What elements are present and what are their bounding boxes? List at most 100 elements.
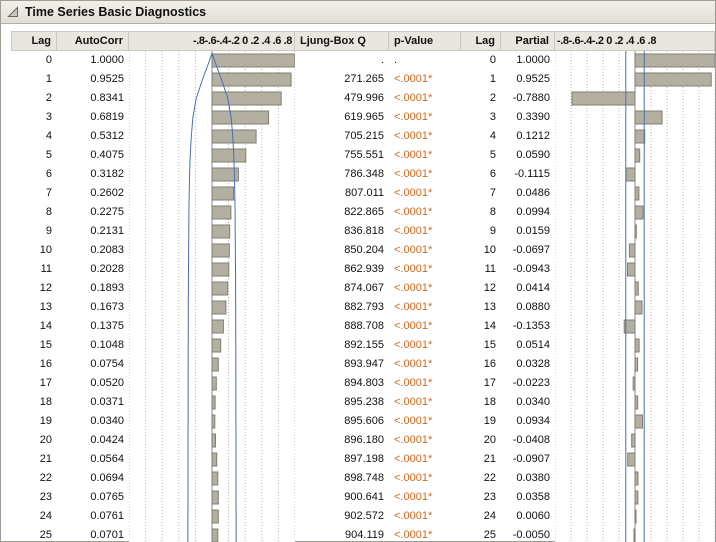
- cell-lag: 11: [11, 260, 57, 279]
- cell-autocorr: 0.0340: [57, 412, 129, 431]
- column-ljung-box-q: Ljung-Box Q .271.265479.996619.965705.21…: [295, 31, 389, 542]
- cell-lag: 17: [11, 374, 57, 393]
- cell-p: <.0001*: [389, 127, 461, 146]
- cell-q: 850.204: [295, 241, 389, 260]
- cell-lag: 0: [11, 51, 57, 70]
- cell-autocorr: 0.0761: [57, 507, 129, 526]
- header-partial: Partial: [501, 31, 555, 51]
- cell-q: .: [295, 51, 389, 70]
- jmp-report-window: { "panel": { "title": "Time Series Basic…: [0, 0, 716, 542]
- cell-q: 874.067: [295, 279, 389, 298]
- cell-p: <.0001*: [389, 393, 461, 412]
- cell-autocorr: 0.1048: [57, 336, 129, 355]
- disclosure-triangle-icon[interactable]: [7, 6, 19, 18]
- cell-lag2: 0: [461, 51, 501, 70]
- cell-p: <.0001*: [389, 469, 461, 488]
- cell-autocorr: 0.0694: [57, 469, 129, 488]
- cell-autocorr: 0.1375: [57, 317, 129, 336]
- cell-autocorr: 0.1673: [57, 298, 129, 317]
- cell-partial: 0.0340: [501, 393, 555, 412]
- cell-lag2: 22: [461, 469, 501, 488]
- cell-autocorr: 0.0765: [57, 488, 129, 507]
- cell-q: 807.011: [295, 184, 389, 203]
- header-lag-2: Lag: [461, 31, 501, 51]
- cell-autocorr: 0.3182: [57, 165, 129, 184]
- cell-p: <.0001*: [389, 70, 461, 89]
- header-lag: Lag: [11, 31, 57, 51]
- cell-autocorr: 0.9525: [57, 70, 129, 89]
- cell-autocorr: 0.2602: [57, 184, 129, 203]
- cell-p: <.0001*: [389, 89, 461, 108]
- cell-q: 898.748: [295, 469, 389, 488]
- cell-lag: 24: [11, 507, 57, 526]
- panel-titlebar[interactable]: Time Series Basic Diagnostics: [1, 1, 715, 24]
- column-partial: Partial 1.00000.9525-0.78800.33900.12120…: [501, 31, 555, 542]
- cell-lag2: 13: [461, 298, 501, 317]
- cell-q: 900.641: [295, 488, 389, 507]
- cell-p: <.0001*: [389, 431, 461, 450]
- cell-autocorr: 1.0000: [57, 51, 129, 70]
- cell-q: 896.180: [295, 431, 389, 450]
- cell-p: <.0001*: [389, 412, 461, 431]
- cell-lag: 12: [11, 279, 57, 298]
- cell-p: <.0001*: [389, 336, 461, 355]
- cell-lag2: 16: [461, 355, 501, 374]
- cell-lag2: 6: [461, 165, 501, 184]
- cell-p: <.0001*: [389, 317, 461, 336]
- cell-p: <.0001*: [389, 298, 461, 317]
- partial-cells: 1.00000.9525-0.78800.33900.12120.0590-0.…: [501, 51, 555, 542]
- cell-partial: 0.9525: [501, 70, 555, 89]
- header-autocorr: AutoCorr: [57, 31, 129, 51]
- autocorr-cells: 1.00000.95250.83410.68190.53120.40750.31…: [57, 51, 129, 542]
- cell-lag: 14: [11, 317, 57, 336]
- pacf-bar-plot: [555, 51, 715, 542]
- pacf-axis-labels: -.8-.6-.4-.2 0 .2 .4 .6 .8: [555, 31, 715, 51]
- cell-q: 888.708: [295, 317, 389, 336]
- cell-lag2: 11: [461, 260, 501, 279]
- cell-q: 897.198: [295, 450, 389, 469]
- cell-q: 894.803: [295, 374, 389, 393]
- cell-q: 893.947: [295, 355, 389, 374]
- cell-q: 904.119: [295, 526, 389, 542]
- cell-autocorr: 0.2275: [57, 203, 129, 222]
- cell-p: <.0001*: [389, 108, 461, 127]
- cell-lag: 23: [11, 488, 57, 507]
- cell-partial: -0.0697: [501, 241, 555, 260]
- cell-partial: 0.1212: [501, 127, 555, 146]
- cell-autocorr: 0.1893: [57, 279, 129, 298]
- cell-q: 619.965: [295, 108, 389, 127]
- cell-lag2: 9: [461, 222, 501, 241]
- cell-partial: 0.0159: [501, 222, 555, 241]
- cell-lag2: 18: [461, 393, 501, 412]
- cell-partial: -0.1115: [501, 165, 555, 184]
- cell-lag2: 8: [461, 203, 501, 222]
- cell-lag: 25: [11, 526, 57, 542]
- diagnostics-table: Lag 012345678910111213141516171819202122…: [11, 31, 715, 542]
- cell-lag: 6: [11, 165, 57, 184]
- cell-p: <.0001*: [389, 507, 461, 526]
- cell-lag: 20: [11, 431, 57, 450]
- column-lag: Lag 012345678910111213141516171819202122…: [11, 31, 57, 542]
- cell-lag2: 25: [461, 526, 501, 542]
- cell-q: 786.348: [295, 165, 389, 184]
- cell-partial: 0.0060: [501, 507, 555, 526]
- cell-p: <.0001*: [389, 526, 461, 542]
- cell-partial: 0.0514: [501, 336, 555, 355]
- cell-lag: 9: [11, 222, 57, 241]
- panel-title: Time Series Basic Diagnostics: [25, 5, 206, 19]
- cell-autocorr: 0.0520: [57, 374, 129, 393]
- cell-partial: 0.0590: [501, 146, 555, 165]
- cell-p: <.0001*: [389, 165, 461, 184]
- cell-q: 271.265: [295, 70, 389, 89]
- cell-q: 755.551: [295, 146, 389, 165]
- cell-lag: 7: [11, 184, 57, 203]
- cell-lag: 1: [11, 70, 57, 89]
- cell-partial: 0.0934: [501, 412, 555, 431]
- column-p-value: p-Value .<.0001*<.0001*<.0001*<.0001*<.0…: [389, 31, 461, 542]
- cell-partial: -0.0907: [501, 450, 555, 469]
- cell-lag2: 20: [461, 431, 501, 450]
- lag-2-cells: 0123456789101112131415161718192021222324…: [461, 51, 501, 542]
- cell-lag2: 15: [461, 336, 501, 355]
- cell-p: <.0001*: [389, 355, 461, 374]
- header-ljung-box-q: Ljung-Box Q: [295, 31, 389, 51]
